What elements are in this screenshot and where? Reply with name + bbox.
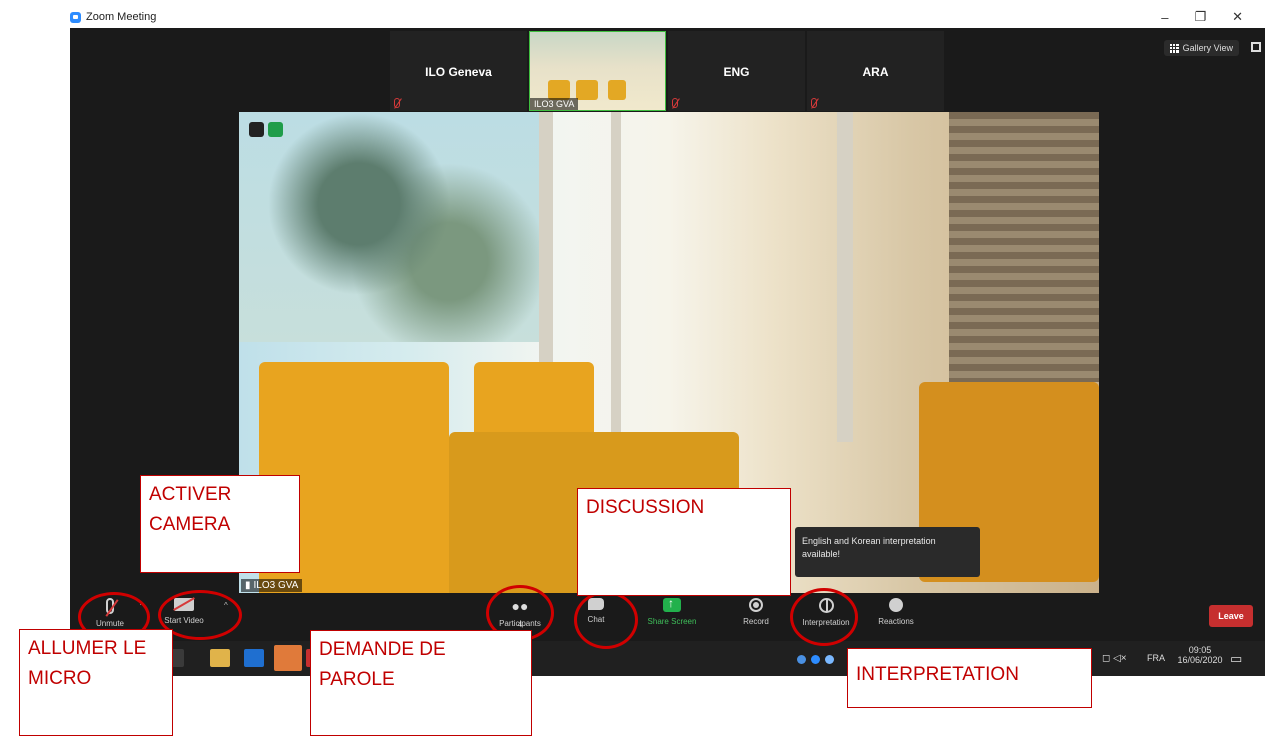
window-controls: – ❐ ✕: [1161, 6, 1243, 28]
callout-camera: ACTIVER CAMERA: [140, 475, 300, 573]
window-frame: [611, 112, 621, 442]
thumbnail-ara[interactable]: ARA: [807, 31, 944, 111]
signal-icon: ▮: [245, 580, 251, 591]
notification-icon[interactable]: ▭: [1230, 651, 1242, 667]
zoom-logo-icon: [70, 11, 81, 23]
participant-name: ILO3 GVA: [253, 580, 299, 591]
muted-mic-icon: [394, 98, 400, 108]
record-icon: [749, 598, 763, 612]
chair-image: [548, 80, 570, 100]
participant-name: ARA: [862, 65, 889, 79]
info-icon[interactable]: [249, 122, 264, 137]
thumbnail-ilo-geneva[interactable]: ILO Geneva: [390, 31, 527, 111]
grid-icon: [1169, 43, 1179, 53]
share-screen-label: Share Screen: [647, 617, 697, 626]
callout-micro: ALLUMER LE MICRO: [19, 629, 173, 736]
chair-image: [608, 80, 626, 100]
restore-button[interactable]: ❐: [1194, 9, 1206, 25]
annotation-circle-interpretation: [790, 588, 858, 646]
title-bar: Zoom Meeting – ❐ ✕: [70, 6, 1265, 28]
tray-icon[interactable]: [825, 655, 834, 664]
minimize-button[interactable]: –: [1161, 10, 1168, 25]
meeting-toolbar: Unmute ^ Start Video ^ ●● 4 Participants…: [70, 593, 1265, 641]
callout-parole: DEMANDE DE PAROLE: [310, 630, 532, 736]
clock-date: 16/06/2020: [1177, 655, 1223, 665]
window-frame: [837, 112, 853, 442]
shield-icon[interactable]: [268, 122, 283, 137]
thumbnail-eng[interactable]: ENG: [668, 31, 805, 111]
close-button[interactable]: ✕: [1232, 9, 1243, 25]
leave-button[interactable]: Leave: [1209, 605, 1253, 627]
muted-mic-icon: [672, 98, 678, 108]
file-explorer-icon[interactable]: [210, 649, 230, 667]
callout-discussion: DISCUSSION: [577, 488, 791, 596]
window-title: Zoom Meeting: [70, 11, 156, 23]
clock[interactable]: 09:05 16/06/2020: [1177, 645, 1223, 665]
callout-interpretation: INTERPRETATION: [847, 648, 1092, 708]
app-icon[interactable]: [274, 645, 302, 671]
reactions-label: Reactions: [878, 617, 914, 626]
annotation-circle-chat: [574, 591, 638, 649]
participant-name: ILO Geneva: [425, 65, 492, 79]
clock-time: 09:05: [1188, 645, 1212, 655]
interpretation-tooltip: English and Korean interpretation availa…: [795, 527, 980, 577]
thumbnail-strip: ILO Geneva ILO3 GVA ENG ARA: [390, 31, 944, 111]
thumbnail-ilo3-gva[interactable]: ILO3 GVA: [529, 31, 666, 111]
input-language[interactable]: FRA: [1147, 653, 1165, 663]
muted-mic-icon: [811, 98, 817, 108]
participant-name: ENG: [723, 65, 750, 79]
outlook-icon[interactable]: [244, 649, 264, 667]
volume-icon[interactable]: ◻ ◁×: [1102, 653, 1127, 664]
blinds-image: [949, 112, 1099, 382]
gallery-view-button[interactable]: Gallery View: [1163, 40, 1239, 56]
chair-image: [576, 80, 598, 100]
main-video-label: ▮ ILO3 GVA: [241, 579, 303, 592]
fullscreen-icon[interactable]: [1251, 42, 1261, 52]
gallery-view-label: Gallery View: [1182, 43, 1233, 53]
zoom-tray-icon[interactable]: [811, 655, 820, 664]
window-title-text: Zoom Meeting: [86, 11, 157, 23]
record-button[interactable]: Record: [724, 598, 788, 626]
record-label: Record: [743, 617, 769, 626]
reactions-button[interactable]: Reactions: [864, 598, 928, 626]
video-status-icons: [249, 122, 283, 137]
reactions-icon: [889, 598, 903, 612]
participant-name: ILO3 GVA: [530, 98, 579, 110]
share-screen-button[interactable]: Share Screen: [640, 596, 704, 626]
share-screen-icon: [663, 596, 681, 612]
tray-icon[interactable]: [797, 655, 806, 664]
window-view-image: [239, 112, 539, 342]
